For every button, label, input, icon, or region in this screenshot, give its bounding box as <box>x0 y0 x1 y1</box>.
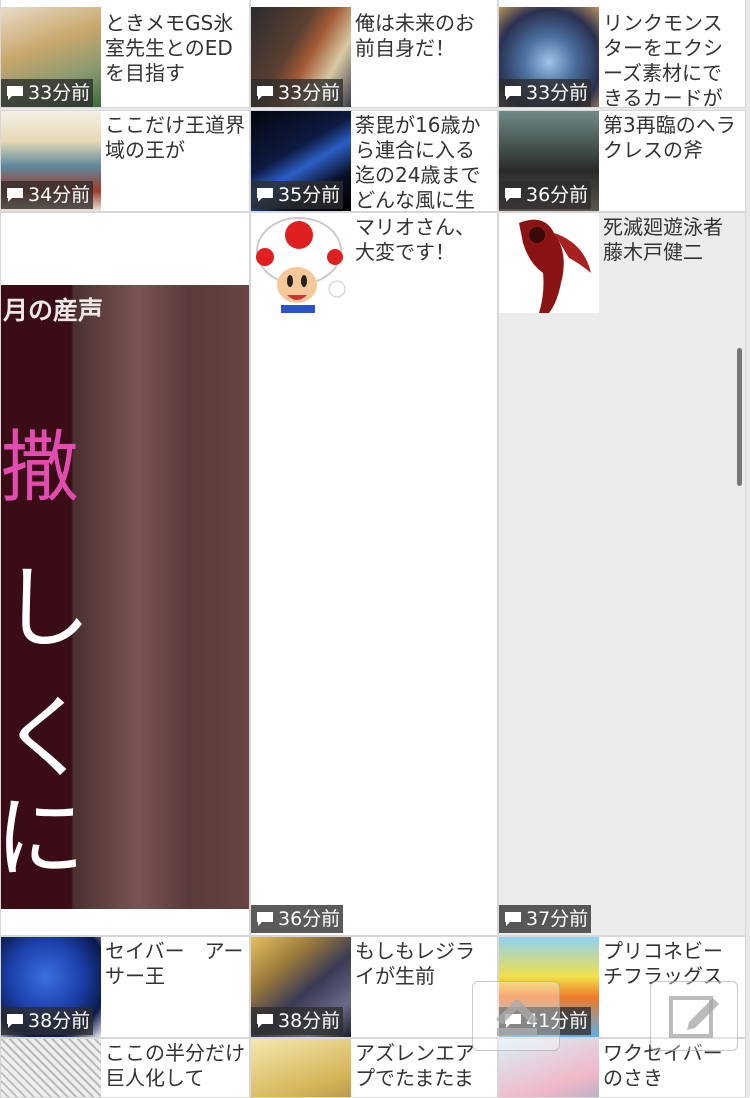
time-label: 33分前 <box>28 82 91 104</box>
comment-bubble-icon <box>255 911 275 927</box>
thread-card[interactable]: マリオさん、大変です！ 36分前 <box>250 212 498 936</box>
comment-bubble-icon <box>503 911 523 927</box>
time-label: 36分前 <box>526 184 589 206</box>
time-label: 33分前 <box>278 82 341 104</box>
thread-title: マリオさん、大変です！ <box>355 215 475 264</box>
thread-card[interactable]: 第3再臨のヘラクレスの斧 36分前 <box>498 110 746 212</box>
scroll-top-button[interactable] <box>472 981 560 1051</box>
thread-card[interactable]: 荼毘が16歳から連合に入る迄の24歳までどんな風に生 35分前 <box>250 110 498 212</box>
comment-bubble-icon <box>503 187 523 203</box>
thread-card[interactable]: ここだけ王道界域の王が 34分前 <box>0 110 250 212</box>
scrollbar-thumb[interactable] <box>737 348 742 486</box>
comment-bubble-icon <box>503 85 523 101</box>
scroll-top-icon <box>487 992 547 1046</box>
thread-title: 死滅廻遊泳者 藤木戸健二 <box>603 215 743 264</box>
thread-thumbnail <box>499 213 599 313</box>
thread-card[interactable]: セイバー アーサー王 38分前 <box>0 936 250 1038</box>
thread-title: 第3再臨のヘラクレスの斧 <box>603 113 736 162</box>
thread-card[interactable]: 俺は未来のお前自身だ！ 33分前 <box>250 0 498 108</box>
ad-text-top: 月の産声 <box>3 296 104 325</box>
thread-thumbnail <box>251 1039 351 1097</box>
comment-bubble-icon <box>255 187 275 203</box>
time-label: 36分前 <box>278 908 341 930</box>
thread-thumbnail <box>251 213 351 313</box>
thread-title: ここの半分だけ巨人化して <box>105 1041 245 1090</box>
thread-grid: ときメモGS氷室先生とのEDを目指す 33分前 俺は未来のお前自身だ！ 33分前… <box>0 0 750 1098</box>
comment-bubble-icon <box>5 1013 25 1029</box>
time-label: 35分前 <box>278 184 341 206</box>
time-label: 38分前 <box>278 1010 341 1032</box>
ad-banner[interactable]: 月の産声 撒 し く に <box>0 212 250 936</box>
thread-title: セイバー アーサー王 <box>105 939 244 988</box>
thread-title: ここだけ王道界域の王が <box>105 113 245 162</box>
time-label: 34分前 <box>28 184 91 206</box>
time-label: 37分前 <box>526 908 589 930</box>
toad-image <box>256 217 346 313</box>
comment-bubble-icon <box>5 187 25 203</box>
time-badge: 35分前 <box>251 181 344 209</box>
time-badge: 33分前 <box>251 79 344 107</box>
comment-bubble-icon <box>5 85 25 101</box>
thread-title: もしもレジライが生前 <box>355 939 475 988</box>
thread-card[interactable]: ときメモGS氷室先生とのEDを目指す 33分前 <box>0 0 250 108</box>
time-badge: 34分前 <box>1 181 94 209</box>
ad-char-4: に <box>0 786 85 891</box>
thread-card[interactable]: ここの半分だけ巨人化して <box>0 1038 250 1098</box>
time-badge: 36分前 <box>499 181 592 209</box>
time-badge: 33分前 <box>1 79 94 107</box>
thread-card[interactable]: アズレンエアプでたまたま <box>250 1038 498 1098</box>
compose-button[interactable] <box>650 981 738 1051</box>
thread-title: ときメモGS氷室先生とのEDを目指す <box>105 11 234 85</box>
time-badge: 38分前 <box>251 1007 344 1035</box>
thread-card[interactable]: リンクモンスターをエクシーズ素材にできるカードが 33分前 <box>498 0 746 108</box>
time-badge: 38分前 <box>1 1007 94 1035</box>
time-label: 33分前 <box>526 82 589 104</box>
time-label: 38分前 <box>28 1010 91 1032</box>
compose-icon <box>665 992 725 1046</box>
time-badge: 37分前 <box>499 905 592 933</box>
ad-image: 月の産声 撒 し く に <box>0 285 249 909</box>
comment-bubble-icon <box>255 85 275 101</box>
thread-title: 俺は未来のお前自身だ！ <box>355 11 475 60</box>
time-badge: 36分前 <box>251 905 344 933</box>
time-badge: 33分前 <box>499 79 592 107</box>
comment-bubble-icon <box>255 1013 275 1029</box>
thread-title: 荼毘が16歳から連合に入る迄の24歳までどんな風に生 <box>355 113 481 212</box>
thread-thumbnail <box>1 1039 101 1097</box>
ad-char-big: 撒 <box>1 423 80 513</box>
red-figure-image <box>519 219 591 313</box>
thread-card[interactable]: 死滅廻遊泳者 藤木戸健二 37分前 <box>498 212 746 936</box>
thread-title: リンクモンスターをエクシーズ素材にできるカードが <box>603 11 723 108</box>
ad-char-2: し <box>1 556 91 661</box>
thread-card[interactable]: もしもレジライが生前 38分前 <box>250 936 498 1038</box>
